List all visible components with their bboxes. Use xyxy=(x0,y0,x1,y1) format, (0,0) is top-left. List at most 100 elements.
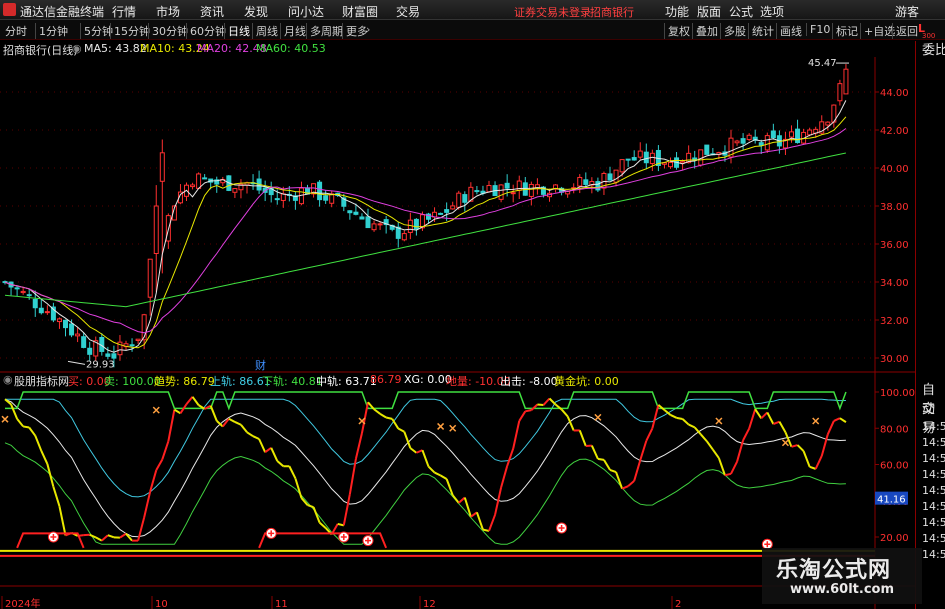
period-1min[interactable]: 1分钟 xyxy=(35,23,68,39)
chart-area[interactable]: 44.00 42.00 40.00 38.00 36.00 34.00 32.00 30.00… xyxy=(0,41,915,609)
period-5min[interactable]: 5分钟 xyxy=(80,23,113,39)
menu-trade[interactable]: 交易 xyxy=(396,3,420,20)
trend-segment xyxy=(354,432,363,460)
circle-icon[interactable]: ◉ xyxy=(72,42,82,55)
add-watchlist-button[interactable]: +自选 xyxy=(860,23,895,39)
login-notice[interactable]: 证券交易未登录 xyxy=(514,4,591,20)
trade-row[interactable]: 交易 xyxy=(919,400,945,436)
mark-button[interactable]: 标记 xyxy=(832,23,858,39)
period-more[interactable]: 更多 xyxy=(342,23,368,39)
trend-segment xyxy=(360,402,369,434)
trend-segment xyxy=(173,408,181,415)
trend-segment xyxy=(742,428,751,441)
period-30min[interactable]: 30分钟 xyxy=(148,23,188,39)
price-tick-label: 44.00 xyxy=(880,88,909,99)
candle-body xyxy=(81,336,87,348)
period-multi[interactable]: 多周期 xyxy=(306,23,343,39)
f10-button[interactable]: F10 xyxy=(806,23,830,36)
trend-segment xyxy=(216,420,224,428)
user-guest[interactable]: 游客 xyxy=(895,3,919,20)
candle-body xyxy=(498,184,504,200)
trend-segment xyxy=(288,465,297,479)
trade-row[interactable]: 14:56 xyxy=(919,467,945,483)
menu-news[interactable]: 资讯 xyxy=(200,3,224,20)
indicator-name[interactable]: 股朋指标网 xyxy=(14,373,69,389)
ma20-line xyxy=(4,128,847,334)
candle-body xyxy=(38,307,44,314)
trend-segment xyxy=(22,425,30,429)
trade-row[interactable]: 14:56 xyxy=(919,531,945,547)
period-15min[interactable]: 15分钟 xyxy=(110,23,150,39)
indicator-info-bar: ◉ 股朋指标网 买: 0.00 卖: 100.00 趋势: 86.79 上轨: 86.… xyxy=(0,372,915,388)
trade-row[interactable]: 14:56 xyxy=(919,483,945,499)
menu-markets[interactable]: 市场 xyxy=(156,3,180,20)
trend-segment xyxy=(651,404,660,429)
candle-body xyxy=(474,190,480,193)
draw-button[interactable]: 画线 xyxy=(776,23,802,39)
menu-ask[interactable]: 问小达 xyxy=(288,3,324,20)
overlay-button[interactable]: 叠加 xyxy=(692,23,718,39)
date-label: 2 xyxy=(675,599,681,609)
trade-row[interactable]: 自动 xyxy=(919,381,945,417)
broker-name[interactable]: 招商银行 xyxy=(590,4,634,20)
quote-row[interactable]: 委比 xyxy=(919,41,945,62)
trend-segment xyxy=(688,423,696,429)
trend-segment xyxy=(434,471,442,477)
menu-formula[interactable]: 公式 xyxy=(729,3,753,20)
circle-icon[interactable]: ◉ xyxy=(3,373,13,386)
back-button[interactable]: 返回 xyxy=(892,23,918,39)
indicator-item: 卖: 100.00 xyxy=(104,375,161,388)
watermark-title: 乐淘公式网 xyxy=(776,558,892,583)
current-value-label: 41.16 xyxy=(877,495,906,506)
trend-segment xyxy=(270,447,279,462)
trend-segment xyxy=(676,416,683,420)
cross-icon xyxy=(812,417,820,425)
menu-market[interactable]: 行情 xyxy=(112,3,136,20)
period-day[interactable]: 日线 xyxy=(224,23,250,39)
trend-segment xyxy=(34,435,43,452)
finance-marker: 财 xyxy=(255,358,266,372)
trade-row[interactable]: 14:56 xyxy=(919,451,945,467)
period-week[interactable]: 周线 xyxy=(252,23,278,39)
period-60min[interactable]: 60分钟 xyxy=(186,23,226,39)
trend-segment xyxy=(482,528,490,532)
multistock-button[interactable]: 多股 xyxy=(720,23,746,39)
candle-body xyxy=(14,287,20,290)
chevron-right-icon[interactable]: › xyxy=(366,23,370,36)
candle-body xyxy=(202,177,208,180)
trend-segment xyxy=(826,420,835,435)
candle-body xyxy=(740,138,746,144)
menu-options[interactable]: 选项 xyxy=(760,3,784,20)
adjust-button[interactable]: 复权 xyxy=(664,23,690,39)
trend-segment xyxy=(101,534,109,542)
trade-row[interactable]: 14:56 xyxy=(919,547,945,563)
candle-body xyxy=(758,142,764,146)
candle-body xyxy=(807,129,813,136)
menu-discover[interactable]: 发现 xyxy=(244,3,268,20)
period-tick[interactable]: 分时 xyxy=(5,23,27,39)
trade-row[interactable]: 14:56 xyxy=(919,499,945,515)
price-tick-label: 40.00 xyxy=(880,164,909,175)
indicator-item: 出击: -8.00 xyxy=(500,375,558,388)
trend-segment xyxy=(228,417,236,423)
cross-icon xyxy=(594,413,602,421)
trade-row[interactable]: 14:56 xyxy=(919,435,945,451)
trend-segment xyxy=(802,450,811,468)
candle-body xyxy=(26,294,32,297)
cross-icon xyxy=(1,415,9,423)
ind-tick-label: 80.00 xyxy=(880,424,909,435)
menu-function[interactable]: 功能 xyxy=(665,3,689,20)
stock-name[interactable]: 招商银行(日线) xyxy=(3,42,78,58)
menu-wealth[interactable]: 财富圈 xyxy=(342,3,378,20)
trade-row[interactable]: 14:56 xyxy=(919,419,945,435)
trend-segment xyxy=(645,427,654,442)
menu-layout[interactable]: 版面 xyxy=(697,3,721,20)
period-month[interactable]: 月线 xyxy=(280,23,306,39)
candle-body xyxy=(734,140,740,144)
candle-body xyxy=(789,131,794,138)
trend-segment xyxy=(246,431,254,438)
ind-tick-label: 100.00 xyxy=(880,388,915,399)
stats-button[interactable]: 统计 xyxy=(748,23,774,39)
sell-line xyxy=(5,391,847,411)
trade-row[interactable]: 14:56 xyxy=(919,515,945,531)
